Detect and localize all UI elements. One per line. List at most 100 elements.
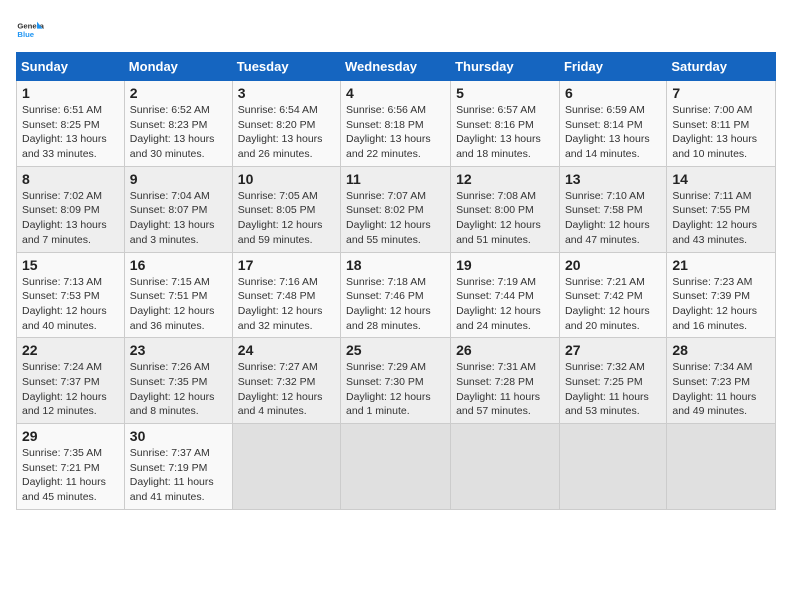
day-number: 8 [22,171,119,187]
calendar-cell: 14 Sunrise: 7:11 AM Sunset: 7:55 PM Dayli… [667,166,776,252]
day-info: Sunrise: 7:11 AM Sunset: 7:55 PM Dayligh… [672,189,770,248]
calendar-header-friday: Friday [559,53,666,81]
header: General Blue [16,16,776,44]
day-number: 5 [456,85,554,101]
day-info: Sunrise: 7:16 AM Sunset: 7:48 PM Dayligh… [238,275,335,334]
calendar-cell: 20 Sunrise: 7:21 AM Sunset: 7:42 PM Dayli… [559,252,666,338]
day-info: Sunrise: 7:37 AM Sunset: 7:19 PM Dayligh… [130,446,227,505]
calendar-cell: 3 Sunrise: 6:54 AM Sunset: 8:20 PM Daylig… [232,81,340,167]
day-number: 4 [346,85,445,101]
calendar-header-monday: Monday [124,53,232,81]
day-number: 2 [130,85,227,101]
day-info: Sunrise: 6:54 AM Sunset: 8:20 PM Dayligh… [238,103,335,162]
calendar-cell: 28Sunrise: 7:34 AM Sunset: 7:23 PM Dayli… [667,338,776,424]
calendar-cell: 12 Sunrise: 7:08 AM Sunset: 8:00 PM Dayli… [451,166,560,252]
day-info: Sunrise: 7:04 AM Sunset: 8:07 PM Dayligh… [130,189,227,248]
calendar-cell: 22 Sunrise: 7:24 AM Sunset: 7:37 PM Dayli… [17,338,125,424]
day-number: 19 [456,257,554,273]
day-number: 9 [130,171,227,187]
calendar-cell: 4 Sunrise: 6:56 AM Sunset: 8:18 PM Daylig… [341,81,451,167]
calendar-cell: 30Sunrise: 7:37 AM Sunset: 7:19 PM Dayli… [124,424,232,510]
calendar-cell [232,424,340,510]
day-info: Sunrise: 7:21 AM Sunset: 7:42 PM Dayligh… [565,275,661,334]
calendar-cell: 15Sunrise: 7:13 AM Sunset: 7:53 PM Dayli… [17,252,125,338]
day-number: 14 [672,171,770,187]
calendar-cell: 19 Sunrise: 7:19 AM Sunset: 7:44 PM Dayli… [451,252,560,338]
calendar-cell: 5Sunrise: 6:57 AM Sunset: 8:16 PM Daylig… [451,81,560,167]
day-number: 3 [238,85,335,101]
calendar-header-row: SundayMondayTuesdayWednesdayThursdayFrid… [17,53,776,81]
day-info: Sunrise: 7:35 AM Sunset: 7:21 PM Dayligh… [22,446,119,505]
calendar-cell [451,424,560,510]
day-info: Sunrise: 6:52 AM Sunset: 8:23 PM Dayligh… [130,103,227,162]
day-info: Sunrise: 6:51 AM Sunset: 8:25 PM Dayligh… [22,103,119,162]
calendar-cell: 7Sunrise: 7:00 AM Sunset: 8:11 PM Daylig… [667,81,776,167]
calendar-cell: 16 Sunrise: 7:15 AM Sunset: 7:51 PM Dayli… [124,252,232,338]
logo: General Blue [16,16,44,44]
day-number: 18 [346,257,445,273]
day-number: 20 [565,257,661,273]
day-info: Sunrise: 7:00 AM Sunset: 8:11 PM Dayligh… [672,103,770,162]
day-number: 12 [456,171,554,187]
day-number: 17 [238,257,335,273]
calendar-cell: 23 Sunrise: 7:26 AM Sunset: 7:35 PM Dayli… [124,338,232,424]
day-info: Sunrise: 7:24 AM Sunset: 7:37 PM Dayligh… [22,360,119,419]
day-number: 6 [565,85,661,101]
day-number: 29 [22,428,119,444]
calendar-week-3: 15Sunrise: 7:13 AM Sunset: 7:53 PM Dayli… [17,252,776,338]
day-number: 23 [130,342,227,358]
day-info: Sunrise: 7:31 AM Sunset: 7:28 PM Dayligh… [456,360,554,419]
day-info: Sunrise: 7:02 AM Sunset: 8:09 PM Dayligh… [22,189,119,248]
calendar-week-2: 8 Sunrise: 7:02 AM Sunset: 8:09 PM Daylig… [17,166,776,252]
day-number: 15 [22,257,119,273]
day-info: Sunrise: 7:34 AM Sunset: 7:23 PM Dayligh… [672,360,770,419]
day-info: Sunrise: 7:18 AM Sunset: 7:46 PM Dayligh… [346,275,445,334]
calendar-cell: 17 Sunrise: 7:16 AM Sunset: 7:48 PM Dayli… [232,252,340,338]
calendar-cell: 13 Sunrise: 7:10 AM Sunset: 7:58 PM Dayli… [559,166,666,252]
calendar-cell: 1 Sunrise: 6:51 AM Sunset: 8:25 PM Daylig… [17,81,125,167]
calendar-cell: 27 Sunrise: 7:32 AM Sunset: 7:25 PM Dayli… [559,338,666,424]
calendar-week-1: 1 Sunrise: 6:51 AM Sunset: 8:25 PM Daylig… [17,81,776,167]
day-number: 10 [238,171,335,187]
calendar-cell: 29 Sunrise: 7:35 AM Sunset: 7:21 PM Dayli… [17,424,125,510]
calendar-cell: 2 Sunrise: 6:52 AM Sunset: 8:23 PM Daylig… [124,81,232,167]
day-number: 11 [346,171,445,187]
calendar-header-saturday: Saturday [667,53,776,81]
day-info: Sunrise: 6:56 AM Sunset: 8:18 PM Dayligh… [346,103,445,162]
calendar-cell: 11 Sunrise: 7:07 AM Sunset: 8:02 PM Dayli… [341,166,451,252]
day-number: 13 [565,171,661,187]
calendar-cell: 18 Sunrise: 7:18 AM Sunset: 7:46 PM Dayli… [341,252,451,338]
day-number: 16 [130,257,227,273]
svg-text:Blue: Blue [17,30,34,39]
calendar-table: SundayMondayTuesdayWednesdayThursdayFrid… [16,52,776,510]
day-info: Sunrise: 7:29 AM Sunset: 7:30 PM Dayligh… [346,360,445,419]
calendar-header-wednesday: Wednesday [341,53,451,81]
calendar-cell: 9 Sunrise: 7:04 AM Sunset: 8:07 PM Daylig… [124,166,232,252]
calendar-cell: 26Sunrise: 7:31 AM Sunset: 7:28 PM Dayli… [451,338,560,424]
calendar-cell [559,424,666,510]
calendar-cell: 21Sunrise: 7:23 AM Sunset: 7:39 PM Dayli… [667,252,776,338]
calendar-cell: 10 Sunrise: 7:05 AM Sunset: 8:05 PM Dayli… [232,166,340,252]
logo-icon: General Blue [16,16,44,44]
day-number: 21 [672,257,770,273]
day-number: 25 [346,342,445,358]
day-number: 1 [22,85,119,101]
day-info: Sunrise: 6:59 AM Sunset: 8:14 PM Dayligh… [565,103,661,162]
calendar-cell: 25 Sunrise: 7:29 AM Sunset: 7:30 PM Dayli… [341,338,451,424]
day-info: Sunrise: 7:08 AM Sunset: 8:00 PM Dayligh… [456,189,554,248]
day-info: Sunrise: 7:26 AM Sunset: 7:35 PM Dayligh… [130,360,227,419]
day-number: 22 [22,342,119,358]
day-info: Sunrise: 7:05 AM Sunset: 8:05 PM Dayligh… [238,189,335,248]
calendar-cell: 8 Sunrise: 7:02 AM Sunset: 8:09 PM Daylig… [17,166,125,252]
day-info: Sunrise: 7:15 AM Sunset: 7:51 PM Dayligh… [130,275,227,334]
day-info: Sunrise: 7:07 AM Sunset: 8:02 PM Dayligh… [346,189,445,248]
calendar-header-sunday: Sunday [17,53,125,81]
calendar-header-tuesday: Tuesday [232,53,340,81]
calendar-cell [667,424,776,510]
day-info: Sunrise: 7:19 AM Sunset: 7:44 PM Dayligh… [456,275,554,334]
day-info: Sunrise: 7:27 AM Sunset: 7:32 PM Dayligh… [238,360,335,419]
day-number: 27 [565,342,661,358]
day-info: Sunrise: 7:10 AM Sunset: 7:58 PM Dayligh… [565,189,661,248]
calendar-cell [341,424,451,510]
day-info: Sunrise: 7:32 AM Sunset: 7:25 PM Dayligh… [565,360,661,419]
